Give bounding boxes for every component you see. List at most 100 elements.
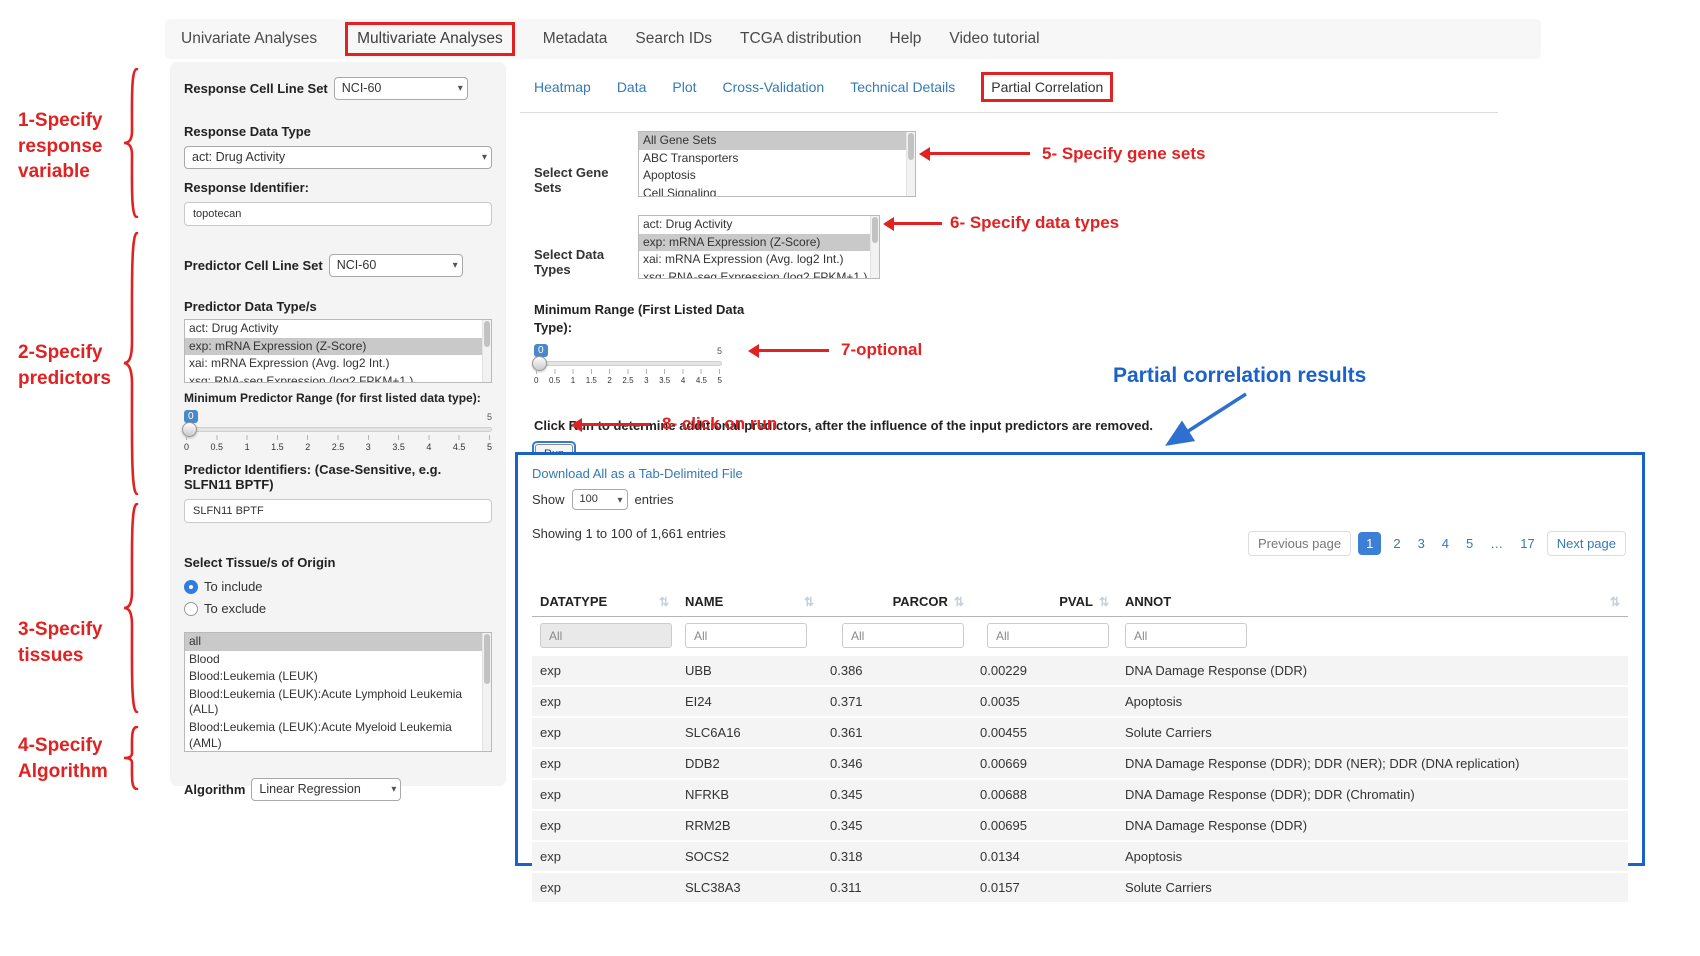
radio-to-exclude[interactable]: To exclude [184,601,492,616]
column-header-name[interactable]: NAME⇅ [677,587,822,617]
slider-tick-labels: 00.511.522.533.544.55 [184,442,492,452]
nav-tcga-distribution[interactable]: TCGA distribution [740,30,861,48]
nav-help[interactable]: Help [890,30,922,48]
response-cell-line-set-select[interactable]: NCI-60 ▾ [334,77,468,100]
list-option-selected[interactable]: exp: mRNA Expression (Z-Score) [639,234,879,252]
slider-track[interactable] [534,361,722,366]
column-header-parcor[interactable]: PARCOR⇅ [822,587,972,617]
list-option-selected[interactable]: all [185,633,491,651]
show-entries-select[interactable]: 100 ▾ [572,489,628,510]
show-label: Show [532,492,565,507]
list-option[interactable]: Blood:Leukemia (LEUK):Acute Myeloid Leuk… [185,719,491,752]
sort-icon[interactable]: ⇅ [1610,595,1620,609]
nav-search-ids[interactable]: Search IDs [635,30,712,48]
scrollbar[interactable] [870,216,879,278]
main-panel: Heatmap Data Plot Cross-Validation Techn… [520,68,1650,467]
predictor-identifiers-label: Predictor Identifiers: (Case-Sensitive, … [184,462,492,492]
list-option[interactable]: act: Drug Activity [639,216,879,234]
tab-heatmap[interactable]: Heatmap [534,79,591,95]
table-row[interactable]: exp SLC6A16 0.361 0.00455 Solute Carrier… [532,717,1628,748]
page-button-4[interactable]: 4 [1437,532,1454,555]
list-option[interactable]: ABC Transporters [639,150,915,168]
tab-data[interactable]: Data [617,79,647,95]
list-option[interactable]: xai: mRNA Expression (Avg. log2 Int.) [185,355,491,373]
page-button-1[interactable]: 1 [1358,532,1381,555]
filter-pval-input[interactable] [987,623,1109,648]
table-row[interactable]: exp EI24 0.371 0.0035 Apoptosis [532,686,1628,717]
page-button-2[interactable]: 2 [1388,532,1405,555]
list-option[interactable]: Blood:Leukemia (LEUK):Acute Lymphoid Leu… [185,686,491,719]
tissues-listbox[interactable]: all Blood Blood:Leukemia (LEUK) Blood:Le… [184,632,492,752]
nav-univariate-analyses[interactable]: Univariate Analyses [181,30,317,48]
response-data-type-select[interactable]: act: Drug Activity ▾ [184,146,492,169]
list-option-selected[interactable]: exp: mRNA Expression (Z-Score) [185,338,491,356]
nav-multivariate-analyses[interactable]: Multivariate Analyses [345,22,515,56]
list-option[interactable]: act: Drug Activity [185,320,491,338]
sort-icon[interactable]: ⇅ [1099,595,1109,609]
scrollbar-thumb[interactable] [872,217,878,243]
list-option[interactable]: xsq: RNA-seq Expression (log2 FPKM+1.) [639,269,879,279]
chevron-down-icon: ▾ [482,147,487,168]
filter-datatype-input[interactable] [540,623,672,648]
table-row[interactable]: exp NFRKB 0.345 0.00688 DNA Damage Respo… [532,779,1628,810]
sort-icon[interactable]: ⇅ [954,595,964,609]
data-types-listbox[interactable]: act: Drug Activity exp: mRNA Expression … [638,215,880,279]
download-link[interactable]: Download All as a Tab-Delimited File [532,466,743,481]
tab-cross-validation[interactable]: Cross-Validation [723,79,825,95]
tab-technical-details[interactable]: Technical Details [850,79,955,95]
page-button-17[interactable]: 17 [1515,532,1539,555]
scrollbar-thumb[interactable] [484,634,490,684]
sort-icon[interactable]: ⇅ [659,595,669,609]
scrollbar[interactable] [906,132,915,196]
table-row[interactable]: exp DDB2 0.346 0.00669 DNA Damage Respon… [532,748,1628,779]
predictor-identifiers-input[interactable] [184,499,492,523]
min-predictor-range-slider[interactable]: 0 5 00.511.522.533.544.55 [184,410,492,454]
nav-video-tutorial[interactable]: Video tutorial [949,30,1039,48]
list-option-selected[interactable]: All Gene Sets [639,132,915,150]
list-option[interactable]: xsq: RNA-seq Expression (log2 FPKM+1.) [185,373,491,383]
filter-name-input[interactable] [685,623,807,648]
app-screen: Univariate Analyses Multivariate Analyse… [0,0,1700,956]
table-row[interactable]: exp SLC38A3 0.311 0.0157 Solute Carriers [532,872,1628,903]
slider-track[interactable] [184,427,492,432]
filter-annot-input[interactable] [1125,623,1247,648]
predictor-cell-line-set-select[interactable]: NCI-60 ▾ [329,254,463,277]
list-option[interactable]: Apoptosis [639,167,915,185]
previous-page-button[interactable]: Previous page [1248,531,1351,556]
scrollbar[interactable] [482,633,491,751]
column-header-datatype[interactable]: DATATYPE⇅ [532,587,677,617]
table-row[interactable]: exp SOCS2 0.318 0.0134 Apoptosis [532,841,1628,872]
scrollbar-thumb[interactable] [908,133,914,160]
column-header-annot[interactable]: ANNOT⇅ [1117,587,1628,617]
scrollbar-thumb[interactable] [484,321,490,347]
list-option[interactable]: xai: mRNA Expression (Avg. log2 Int.) [639,251,879,269]
table-row[interactable]: exp RRM2B 0.345 0.00695 DNA Damage Respo… [532,810,1628,841]
algorithm-select[interactable]: Linear Regression ▾ [251,778,401,801]
gene-sets-listbox[interactable]: All Gene Sets ABC Transporters Apoptosis… [638,131,916,197]
brace-step4 [122,726,140,790]
slider-ticks [536,369,720,374]
radio-selected-icon[interactable] [184,580,198,594]
page-button-5[interactable]: 5 [1461,532,1478,555]
min-range-slider[interactable]: 0 5 00.511.522.533.544.55 [534,344,722,388]
response-identifier-label: Response Identifier: [184,180,492,195]
brace-step3 [122,503,140,713]
response-identifier-input[interactable] [184,202,492,226]
radio-unselected-icon[interactable] [184,602,198,616]
nav-metadata[interactable]: Metadata [543,30,608,48]
scrollbar[interactable] [482,320,491,382]
predictor-data-types-listbox[interactable]: act: Drug Activity exp: mRNA Expression … [184,319,492,383]
column-header-pval[interactable]: PVAL⇅ [972,587,1117,617]
list-option[interactable]: Blood:Leukemia (LEUK) [185,668,491,686]
table-row[interactable]: exp UBB 0.386 0.00229 DNA Damage Respons… [532,656,1628,686]
sidebar-panel: Response Cell Line Set NCI-60 ▾ Response… [170,62,506,786]
tab-partial-correlation[interactable]: Partial Correlation [981,72,1113,102]
radio-to-include[interactable]: To include [184,579,492,594]
list-option[interactable]: Blood [185,651,491,669]
filter-parcor-input[interactable] [842,623,964,648]
sort-icon[interactable]: ⇅ [804,595,814,609]
next-page-button[interactable]: Next page [1547,531,1626,556]
list-option[interactable]: Cell Signaling [639,185,915,197]
tab-plot[interactable]: Plot [672,79,696,95]
page-button-3[interactable]: 3 [1413,532,1430,555]
